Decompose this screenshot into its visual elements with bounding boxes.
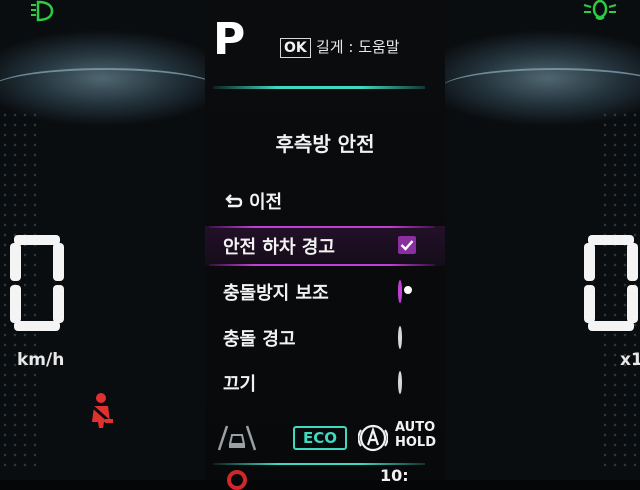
option-label: 끄기 [223,374,257,395]
eco-mode-badge: ECO [293,426,348,450]
option-label: 충돌방지 보조 [223,283,329,304]
menu-title: 후측방 안전 [275,132,375,156]
footer-divider [213,463,425,465]
speed-unit-label: km/h [17,350,65,370]
seatbelt-warning-icon [91,393,113,428]
ok-button-badge: OK [280,38,311,58]
gauge-hood-edge [0,68,220,110]
option-label: 충돌 경고 [223,329,296,350]
gauge-hood-edge [440,68,640,110]
safe-exit-checkbox[interactable] [398,236,418,256]
collision-assist-radio[interactable] [398,280,418,303]
option-label: 안전 하차 경고 [223,237,335,258]
collision-warning-radio[interactable] [398,326,418,349]
speed-limit-sign-icon [227,470,247,490]
fog-lamp-icon [583,0,617,20]
header-divider [213,86,425,89]
rpm-digit [584,235,638,331]
auto-hold-label: AUTO HOLD [395,420,437,450]
option-collision-avoidance-assist[interactable]: 충돌방지 보조 [205,272,445,312]
auto-hold-icon [358,424,388,452]
back-arrow-icon [225,194,243,208]
off-radio[interactable] [398,371,418,394]
check-icon [400,240,414,251]
center-info-panel: P OK 길게 : 도움말 후측방 안전 이전 안전 하차 경고 충돌방지 보조… [205,0,445,490]
headlamp-icon [31,0,54,22]
bottom-readout: 10: [380,466,409,485]
back-button[interactable]: 이전 [225,188,282,214]
rpm-unit-label: x1 [620,350,640,370]
back-label: 이전 [249,192,283,213]
speed-digit [10,235,64,331]
gear-indicator: P [213,14,246,65]
option-collision-warning[interactable]: 충돌 경고 [205,318,445,358]
option-safe-exit-warning[interactable]: 안전 하차 경고 [205,226,445,266]
help-hint: 길게 : 도움말 [316,38,400,56]
lane-assist-icon [217,425,257,451]
option-off[interactable]: 끄기 [205,363,445,403]
status-indicator-row: ECO AUTO HOLD [205,418,445,458]
